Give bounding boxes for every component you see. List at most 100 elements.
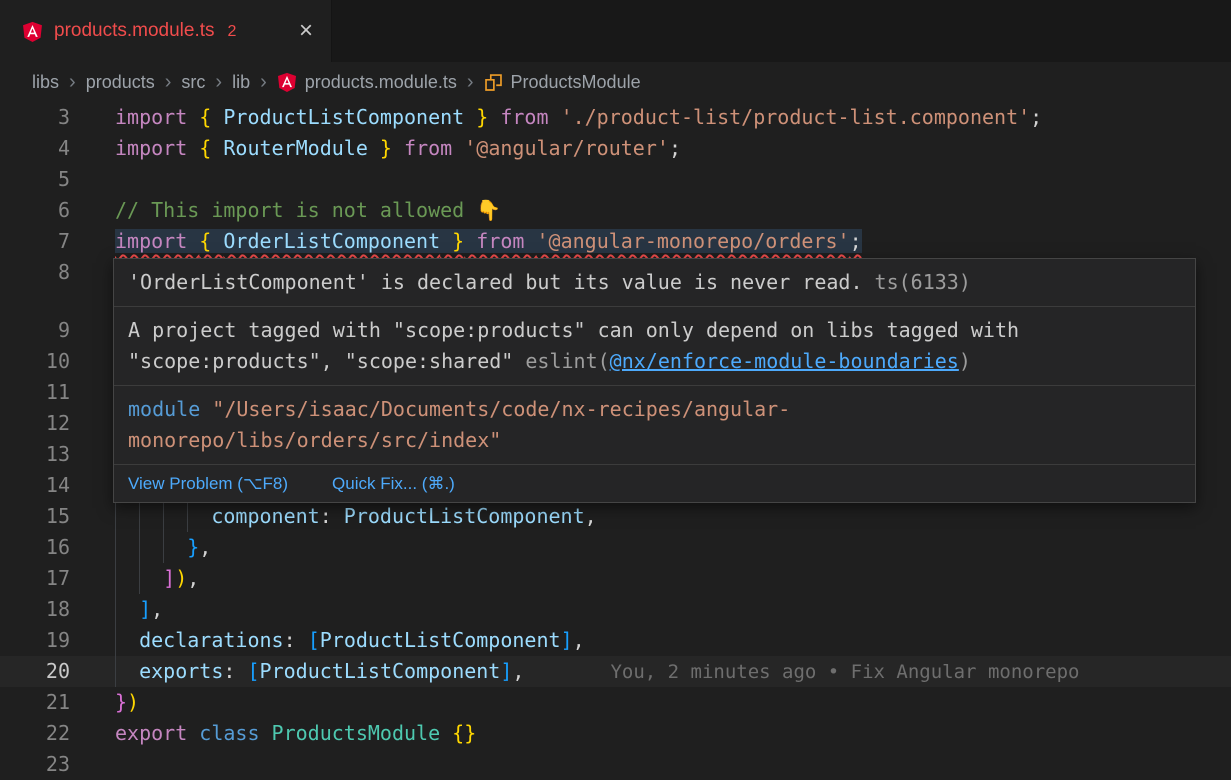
class-icon: [484, 73, 503, 92]
line-number[interactable]: 7: [0, 226, 70, 257]
view-problem-button[interactable]: View Problem (⌥F8): [128, 474, 288, 494]
hover-actions: View Problem (⌥F8) Quick Fix... (⌘.): [114, 465, 1195, 502]
line-number[interactable]: 18: [0, 594, 70, 625]
breadcrumb-label: products: [86, 72, 155, 93]
line-content[interactable]: ]),: [115, 563, 1231, 594]
code-line-17[interactable]: 17 ]),: [0, 563, 1231, 594]
line-content[interactable]: [115, 164, 1231, 195]
line-number[interactable]: 12: [0, 408, 70, 439]
line-content[interactable]: import { RouterModule } from '@angular/r…: [115, 133, 1231, 164]
line-number[interactable]: 20: [0, 656, 70, 687]
breadcrumb-separator: ›: [165, 71, 172, 94]
line-number[interactable]: 9: [0, 315, 70, 346]
line-content[interactable]: },: [115, 532, 1231, 563]
indent-guide: [187, 501, 188, 532]
breadcrumb-label: products.module.ts: [305, 72, 457, 93]
breadcrumb-item[interactable]: src: [181, 72, 205, 93]
line-number[interactable]: 10: [0, 346, 70, 377]
git-blame-annotation: You, 2 minutes ago • Fix Angular monorep…: [610, 661, 1079, 683]
code-line-4[interactable]: 4 import { RouterModule } from '@angular/…: [0, 133, 1231, 164]
breadcrumb-label: lib: [232, 72, 250, 93]
code-text: export class ProductsModule {}: [115, 721, 476, 745]
hover-section-eslint-diagnostic: A project tagged with "scope:products" c…: [114, 307, 1195, 386]
line-number[interactable]: 4: [0, 133, 70, 164]
line-content[interactable]: exports: [ProductListComponent], You, 2 m…: [115, 656, 1231, 687]
code-line-7[interactable]: 7 import { OrderListComponent } from '@an…: [0, 226, 1231, 257]
breadcrumb-item[interactable]: products: [86, 72, 155, 93]
editor: 3 import { ProductListComponent } from '.…: [0, 102, 1231, 780]
hover-text: module: [128, 397, 212, 421]
breadcrumb-item[interactable]: products.module.ts: [277, 72, 457, 93]
tab-label: products.module.ts: [54, 20, 215, 42]
breadcrumb-separator: ›: [260, 71, 267, 94]
breadcrumb: libs › products › src › lib › products.module.ts…: [0, 62, 1231, 102]
code-line-18[interactable]: 18 ],: [0, 594, 1231, 625]
breadcrumb-item[interactable]: ProductsModule: [484, 72, 641, 93]
indent-guide: [115, 656, 116, 687]
tab-bar: products.module.ts 2 ×: [0, 0, 1231, 62]
code-line-5[interactable]: 5: [0, 164, 1231, 195]
line-content[interactable]: }): [115, 687, 1231, 718]
code-line-15[interactable]: 15 component: ProductListComponent,: [0, 501, 1231, 532]
code-line-6[interactable]: 6 // This import is not allowed 👇: [0, 195, 1231, 226]
line-content[interactable]: import { ProductListComponent } from './…: [115, 102, 1231, 133]
line-number[interactable]: 11: [0, 377, 70, 408]
line-content[interactable]: [115, 749, 1231, 780]
indent-guide: [139, 501, 140, 532]
tab-products-module-ts[interactable]: products.module.ts 2 ×: [0, 0, 332, 62]
tab-problems-badge: 2: [228, 23, 237, 41]
line-content[interactable]: export class ProductsModule {}: [115, 718, 1231, 749]
line-content[interactable]: ],: [115, 594, 1231, 625]
breadcrumb-separator: ›: [69, 71, 76, 94]
error-squiggle-text: import { OrderListComponent } from '@ang…: [115, 229, 862, 253]
code-line-21[interactable]: 21}): [0, 687, 1231, 718]
line-number[interactable]: 3: [0, 102, 70, 133]
indent-guide: [115, 532, 116, 563]
code-line-23[interactable]: 23: [0, 749, 1231, 780]
line-number[interactable]: 6: [0, 195, 70, 226]
line-number[interactable]: 5: [0, 164, 70, 195]
line-number[interactable]: 19: [0, 625, 70, 656]
code-text: exports: [ProductListComponent],: [115, 659, 524, 683]
hover-text: "/Users/isaac/Documents/code/nx-recipes/…: [128, 397, 790, 452]
line-content[interactable]: declarations: [ProductListComponent],: [115, 625, 1231, 656]
line-number[interactable]: 17: [0, 563, 70, 594]
line-number[interactable]: 15: [0, 501, 70, 532]
close-icon[interactable]: ×: [299, 19, 313, 43]
line-number[interactable]: 14: [0, 470, 70, 501]
breadcrumb-item[interactable]: libs: [32, 72, 59, 93]
line-number[interactable]: 21: [0, 687, 70, 718]
code-line-19[interactable]: 19 declarations: [ProductListComponent],: [0, 625, 1231, 656]
line-content[interactable]: // This import is not allowed 👇: [115, 195, 1231, 226]
angular-icon: [277, 72, 297, 92]
indent-guide: [163, 532, 164, 563]
breadcrumb-separator: ›: [215, 71, 222, 94]
code-text: ],: [115, 597, 163, 621]
code-line-16[interactable]: 16 },: [0, 532, 1231, 563]
line-number[interactable]: 23: [0, 749, 70, 780]
breadcrumb-label: ProductsModule: [511, 72, 641, 93]
line-number[interactable]: 22: [0, 718, 70, 749]
indent-guide: [115, 501, 116, 532]
hover-text: 'OrderListComponent' is declared but its…: [128, 270, 863, 294]
code-line-3[interactable]: 3 import { ProductListComponent } from '.…: [0, 102, 1231, 133]
angular-icon: [22, 21, 43, 42]
code-text: import { RouterModule } from '@angular/r…: [115, 136, 681, 160]
breadcrumb-label: src: [181, 72, 205, 93]
hover-text: ): [959, 349, 971, 373]
hover-section-module-info: module "/Users/isaac/Documents/code/nx-r…: [114, 386, 1195, 465]
line-number[interactable]: 16: [0, 532, 70, 563]
hover-text: ts(6133): [863, 270, 971, 294]
indent-guide: [115, 563, 116, 594]
code-line-22[interactable]: 22 export class ProductsModule {}: [0, 718, 1231, 749]
line-content[interactable]: import { OrderListComponent } from '@ang…: [115, 226, 1231, 257]
breadcrumb-item[interactable]: lib: [232, 72, 250, 93]
line-number[interactable]: 13: [0, 439, 70, 470]
line-number[interactable]: 8: [0, 257, 70, 288]
quick-fix-button[interactable]: Quick Fix... (⌘.): [332, 474, 455, 494]
code-line-20[interactable]: 20 exports: [ProductListComponent], You, …: [0, 656, 1231, 687]
code-text: ]),: [115, 566, 199, 590]
eslint-rule-link[interactable]: @nx/enforce-module-boundaries: [610, 349, 959, 373]
indent-guide: [139, 532, 140, 563]
line-content[interactable]: component: ProductListComponent,: [115, 501, 1231, 532]
